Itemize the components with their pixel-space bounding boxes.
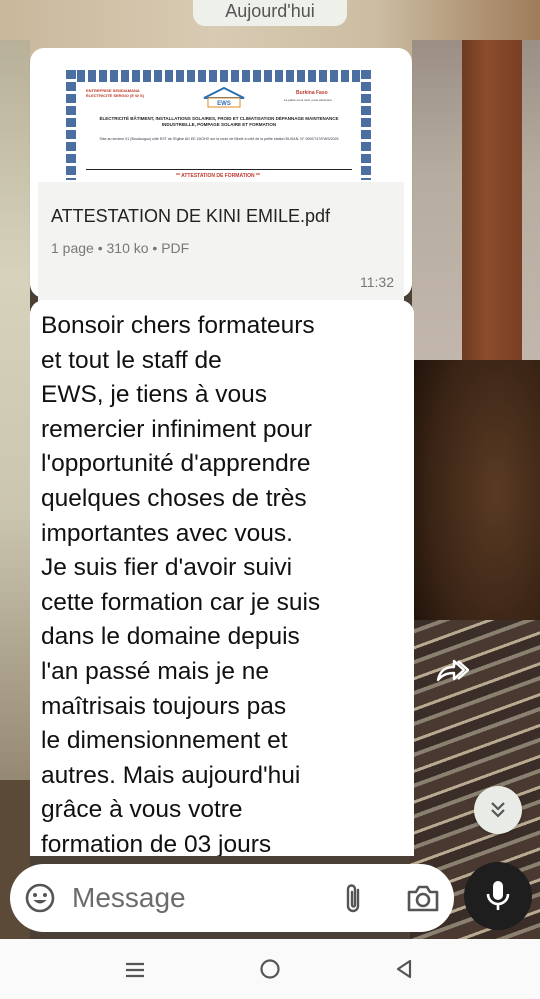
back-icon[interactable] (394, 958, 414, 980)
home-icon[interactable] (259, 958, 281, 980)
recents-icon[interactable] (124, 961, 146, 979)
company-logo: EWS (203, 86, 245, 108)
preview-header-right-sub: La patrie ou la mort, nous vaincrons (284, 98, 332, 102)
document-filename[interactable]: ATTESTATION DE KINI EMILE.pdf (51, 206, 396, 227)
preview-border (361, 70, 371, 180)
message-timestamp: 11:32 (360, 274, 394, 290)
microphone-button[interactable] (464, 862, 532, 930)
preview-header-right: Burkina Faso (296, 90, 328, 96)
document-preview[interactable]: ENTREPRISE SENDIAMANA ÉLECTRICITÉ SERGIO… (38, 56, 404, 182)
logo-text: EWS (217, 101, 231, 107)
message-body: Bonsoir chers formateurs et tout le staf… (41, 312, 321, 856)
camera-icon[interactable] (406, 882, 440, 914)
emoji-icon[interactable] (24, 882, 56, 914)
preview-border (66, 70, 76, 180)
preview-line: Sise au secteur 01 (Boudougou) côté EST … (99, 137, 339, 141)
double-chevron-down-icon (491, 802, 505, 818)
system-navigation-bar (0, 939, 540, 999)
preview-header-left: ENTREPRISE SENDIAMANA ÉLECTRICITÉ SERGIO… (86, 88, 145, 98)
text-message[interactable]: Bonsoir chers formateurs et tout le staf… (30, 300, 414, 856)
date-chip: Aujourd'hui (193, 0, 347, 26)
document-attachment[interactable]: ENTREPRISE SENDIAMANA ÉLECTRICITÉ SERGIO… (38, 56, 404, 312)
microphone-icon (486, 881, 510, 910)
message-input[interactable] (72, 878, 332, 918)
paperclip-icon[interactable] (342, 882, 366, 916)
document-meta: 1 page • 310 ko • PDF (51, 240, 190, 256)
document-message[interactable]: ENTREPRISE SENDIAMANA ÉLECTRICITÉ SERGIO… (30, 48, 412, 312)
preview-border (66, 70, 371, 82)
preview-line: ÉLECTRICITÉ BÂTIMENT, INSTALLATIONS SOLA… (99, 116, 339, 127)
preview-title: ** ATTESTATION DE FORMATION ** (176, 173, 260, 179)
scroll-to-bottom-button[interactable] (474, 786, 522, 834)
preview-divider (86, 169, 352, 170)
forward-icon[interactable] (434, 656, 470, 686)
message-composer (10, 864, 454, 932)
